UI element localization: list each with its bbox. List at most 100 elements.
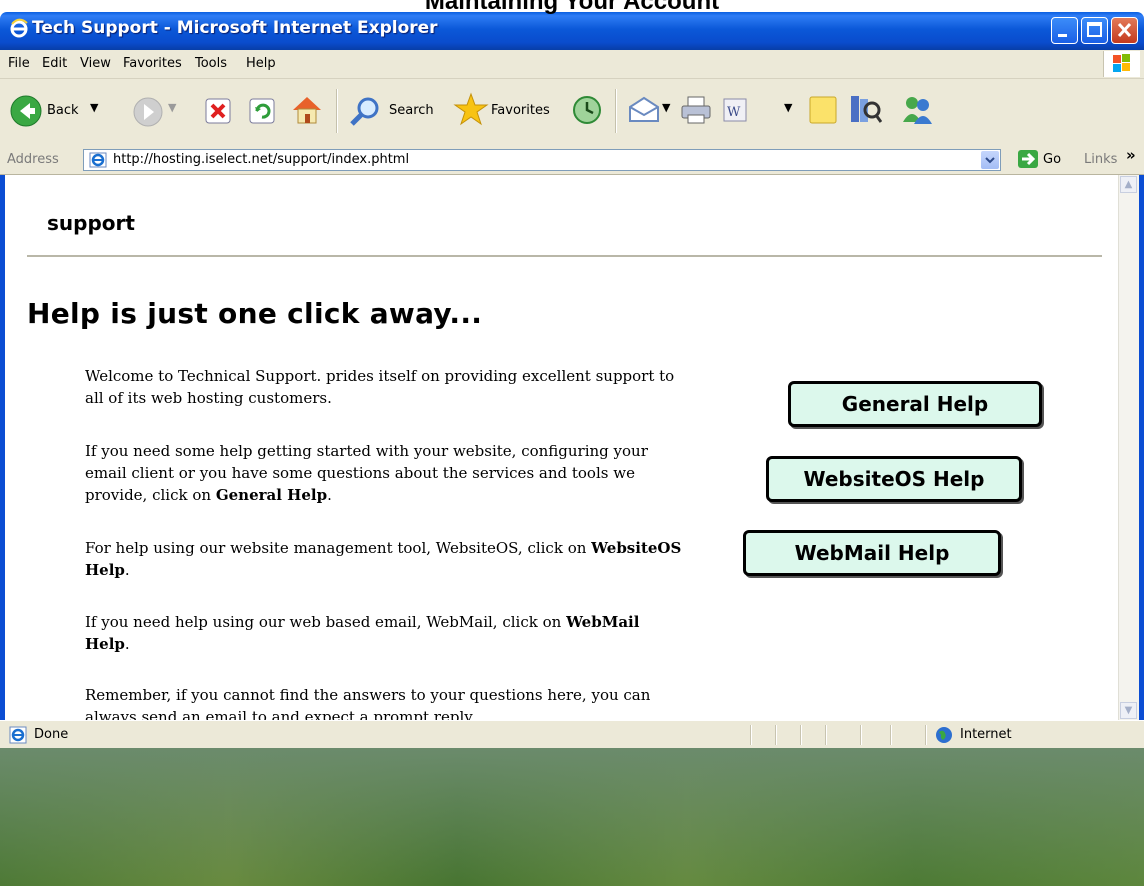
word-icon: W xyxy=(723,98,747,122)
address-url: http://hosting.iselect.net/support/index… xyxy=(113,152,410,167)
forward-button[interactable] xyxy=(133,97,163,131)
paragraph-remember: Remember, if you cannot find the answers… xyxy=(85,684,685,720)
paragraph-end: . xyxy=(124,635,130,653)
paragraph-text: Remember, if you cannot find the answers… xyxy=(85,686,651,720)
refresh-icon xyxy=(249,98,275,124)
toolbar-separator xyxy=(615,89,617,133)
page-done-icon xyxy=(9,726,27,744)
mail-icon xyxy=(629,96,659,122)
windows-logo xyxy=(1103,51,1140,77)
websiteos-help-button[interactable]: WebsiteOS Help xyxy=(766,456,1022,502)
back-arrow-icon xyxy=(10,95,42,127)
back-button[interactable] xyxy=(10,95,42,131)
maximize-icon xyxy=(1087,22,1102,37)
note-button[interactable] xyxy=(808,95,838,129)
favorites-button[interactable] xyxy=(453,92,489,132)
address-bar: Address http://hosting.iselect.net/suppo… xyxy=(0,146,1144,175)
paragraph-end: . xyxy=(327,486,332,504)
menu-view[interactable]: View xyxy=(80,56,111,71)
home-button[interactable] xyxy=(290,94,324,130)
scroll-down-button[interactable]: ▼ xyxy=(1120,702,1137,719)
page-title: Help is just one click away... xyxy=(27,297,483,330)
home-icon xyxy=(293,97,321,124)
menu-bar: File Edit View Favorites Tools Help xyxy=(0,50,1144,79)
address-dropdown-button[interactable] xyxy=(981,151,999,169)
status-divider xyxy=(925,725,927,745)
toolbar: Back ▼ ▼ Search Favorites ▼ W ▼ xyxy=(0,79,1144,148)
menu-tools[interactable]: Tools xyxy=(195,56,227,71)
globe-icon xyxy=(936,727,952,743)
svg-text:W: W xyxy=(727,105,741,120)
print-button[interactable] xyxy=(680,95,712,129)
status-divider xyxy=(890,725,892,745)
refresh-button[interactable] xyxy=(248,97,276,129)
research-icon xyxy=(851,96,883,123)
mail-button[interactable] xyxy=(627,95,661,129)
window-title: Tech Support - Microsoft Internet Explor… xyxy=(32,18,438,38)
minimize-button[interactable] xyxy=(1051,17,1078,44)
history-button[interactable] xyxy=(571,94,603,130)
search-label: Search xyxy=(389,103,434,118)
research-button[interactable] xyxy=(848,93,883,129)
forward-dropdown-arrow[interactable]: ▼ xyxy=(168,101,176,114)
paragraph-text: If you need some help getting started wi… xyxy=(85,442,648,504)
menu-favorites[interactable]: Favorites xyxy=(123,56,182,71)
edit-dropdown-arrow[interactable]: ▼ xyxy=(784,101,792,114)
title-bar: Tech Support - Microsoft Internet Explor… xyxy=(0,12,1144,50)
desktop-background xyxy=(0,748,1144,886)
close-button[interactable] xyxy=(1111,17,1138,44)
minimize-icon xyxy=(1058,34,1067,37)
paragraph-end: . xyxy=(124,561,130,579)
scroll-up-button[interactable]: ▲ xyxy=(1120,176,1137,193)
status-divider xyxy=(825,725,827,745)
address-label: Address xyxy=(7,152,59,167)
slide-title: Maintaining Your Account xyxy=(424,0,720,15)
paragraph-text: Welcome to Technical Support. prides its… xyxy=(85,367,675,407)
section-label: support xyxy=(47,211,135,235)
note-icon xyxy=(809,96,837,124)
toolbar-separator xyxy=(336,89,338,133)
go-arrow-icon xyxy=(1018,150,1038,168)
favorites-star-icon xyxy=(453,92,489,126)
paragraph-bold: General Help xyxy=(215,486,328,504)
vertical-scrollbar[interactable]: ▲ ▼ xyxy=(1118,175,1139,720)
page-viewport: support Help is just one click away... W… xyxy=(0,175,1144,720)
print-icon xyxy=(681,96,711,124)
menu-file[interactable]: File xyxy=(8,56,30,71)
divider xyxy=(27,255,1102,257)
webmail-help-button[interactable]: WebMail Help xyxy=(743,530,1001,576)
paragraph-webmail: If you need help using our web based ema… xyxy=(85,611,685,655)
links-label[interactable]: Links xyxy=(1084,152,1117,167)
go-label: Go xyxy=(1043,152,1062,167)
paragraph-websiteos: For help using our website management to… xyxy=(85,537,685,581)
edit-word-button[interactable]: W xyxy=(722,97,748,127)
back-label: Back xyxy=(47,103,79,118)
general-help-button[interactable]: General Help xyxy=(788,381,1042,427)
paragraph-general: If you need some help getting started wi… xyxy=(85,440,685,506)
status-divider xyxy=(800,725,802,745)
messenger-button[interactable] xyxy=(900,94,934,130)
page-icon xyxy=(89,152,107,168)
close-icon xyxy=(1117,22,1132,38)
stop-button[interactable] xyxy=(204,97,232,129)
address-input[interactable]: http://hosting.iselect.net/support/index… xyxy=(83,149,1001,171)
back-dropdown-arrow[interactable]: ▼ xyxy=(90,101,98,114)
history-icon xyxy=(573,96,601,124)
ie-icon xyxy=(10,18,28,38)
mail-dropdown-arrow[interactable]: ▼ xyxy=(662,101,670,114)
menu-edit[interactable]: Edit xyxy=(42,56,67,71)
desktop-shade xyxy=(0,748,1144,886)
menu-help[interactable]: Help xyxy=(246,56,276,71)
chevron-down-icon xyxy=(985,157,995,164)
paragraph-welcome: Welcome to Technical Support. prides its… xyxy=(85,365,685,409)
status-bar: Done Internet xyxy=(0,720,1144,749)
security-zone: Internet xyxy=(960,727,1012,742)
search-button[interactable] xyxy=(349,94,383,132)
maximize-button[interactable] xyxy=(1081,17,1108,44)
forward-arrow-icon xyxy=(133,97,163,127)
favorites-label: Favorites xyxy=(491,103,550,118)
paragraph-text: If you need help using our web based ema… xyxy=(85,613,567,631)
search-icon xyxy=(350,97,379,126)
paragraph-text: For help using our website management to… xyxy=(85,539,592,557)
links-chevron-icon[interactable]: » xyxy=(1126,146,1136,164)
